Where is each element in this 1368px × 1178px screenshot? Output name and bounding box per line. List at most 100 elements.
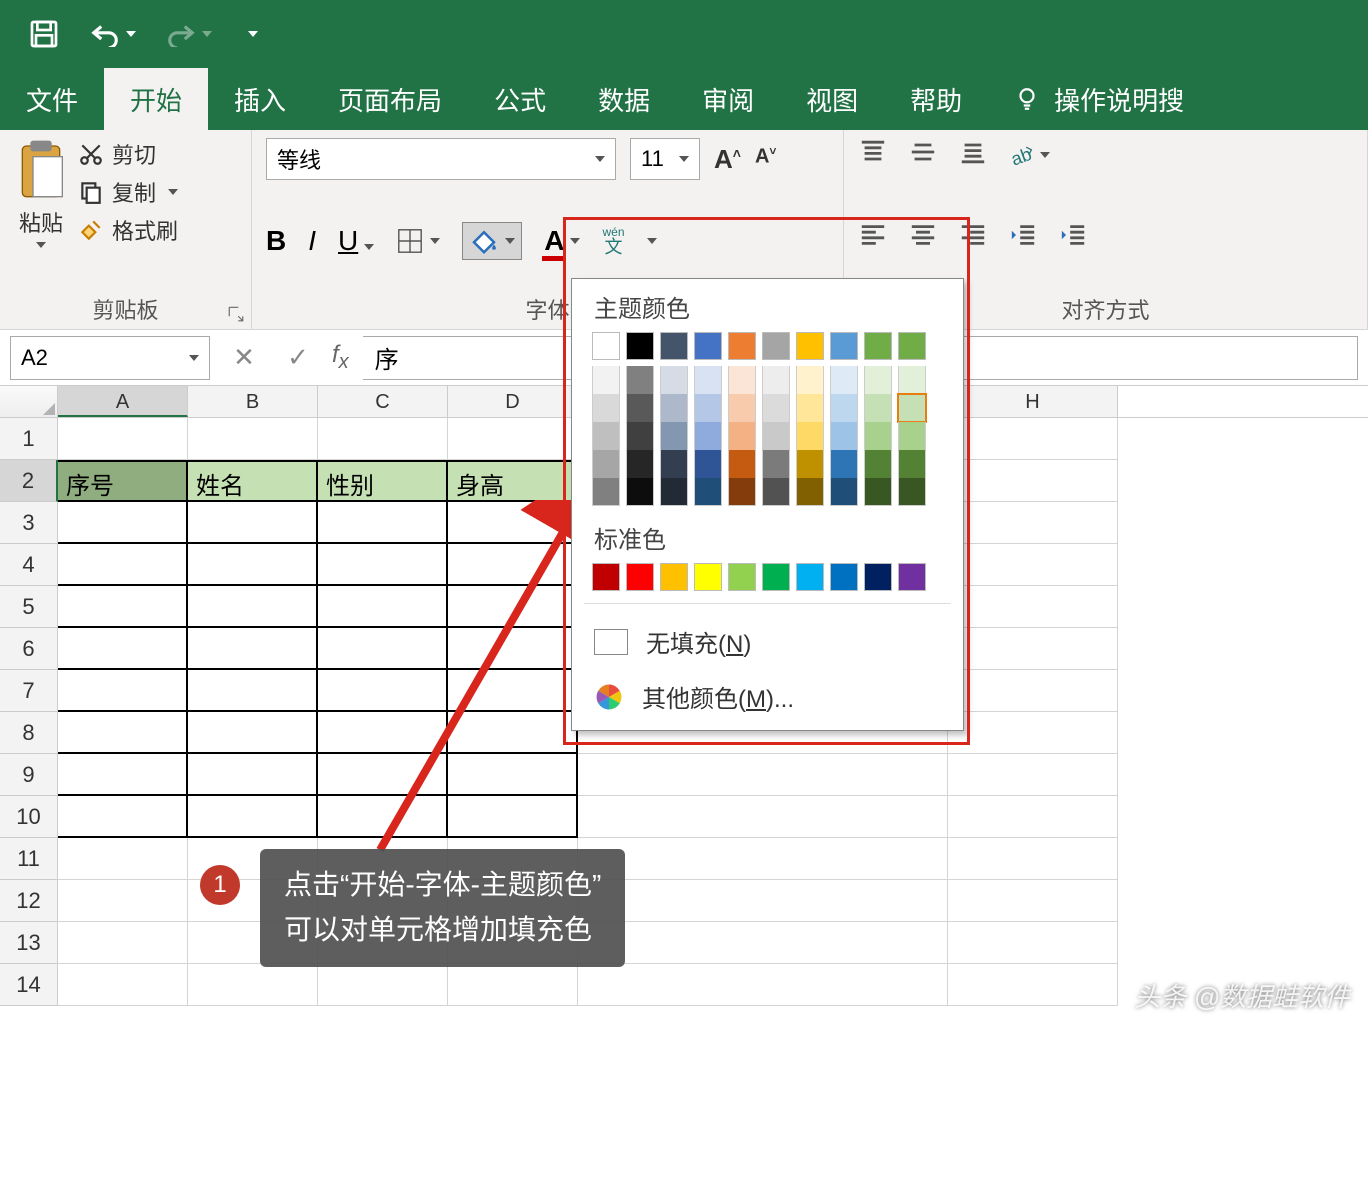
tab-home[interactable]: 开始: [104, 68, 208, 130]
color-swatch[interactable]: [660, 450, 688, 478]
align-center-button[interactable]: [908, 221, 938, 254]
cell[interactable]: [58, 670, 188, 712]
color-swatch[interactable]: [898, 563, 926, 591]
color-swatch[interactable]: [762, 450, 790, 478]
cell[interactable]: [948, 544, 1118, 586]
cell[interactable]: [948, 586, 1118, 628]
underline-button[interactable]: U: [338, 225, 374, 257]
cell[interactable]: [448, 544, 578, 586]
color-swatch[interactable]: [864, 332, 892, 360]
color-swatch[interactable]: [762, 394, 790, 422]
select-all-corner[interactable]: [0, 386, 58, 417]
color-swatch[interactable]: [796, 366, 824, 394]
row-header[interactable]: 5: [0, 586, 58, 628]
tab-page-layout[interactable]: 页面布局: [312, 68, 468, 130]
align-middle-button[interactable]: [908, 138, 938, 171]
tab-data[interactable]: 数据: [572, 68, 676, 130]
color-swatch[interactable]: [694, 422, 722, 450]
orientation-button[interactable]: ab: [1008, 138, 1050, 171]
cell[interactable]: [318, 964, 448, 1006]
fill-color-button[interactable]: [462, 222, 522, 260]
cancel-formula-button[interactable]: ✕: [224, 342, 264, 373]
color-swatch[interactable]: [864, 422, 892, 450]
row-header[interactable]: 12: [0, 880, 58, 922]
color-swatch[interactable]: [830, 332, 858, 360]
color-swatch[interactable]: [626, 563, 654, 591]
cell[interactable]: 性别: [318, 460, 448, 502]
cell[interactable]: [188, 964, 318, 1006]
color-swatch[interactable]: [830, 366, 858, 394]
col-header-A[interactable]: A: [58, 386, 188, 417]
tab-insert[interactable]: 插入: [208, 68, 312, 130]
color-swatch[interactable]: [830, 563, 858, 591]
color-swatch[interactable]: [592, 563, 620, 591]
cell[interactable]: [318, 418, 448, 460]
row-header[interactable]: 8: [0, 712, 58, 754]
cell[interactable]: [58, 586, 188, 628]
tab-formulas[interactable]: 公式: [468, 68, 572, 130]
clipboard-launcher-icon[interactable]: [227, 305, 245, 323]
cell[interactable]: [318, 586, 448, 628]
cell[interactable]: [58, 964, 188, 1006]
col-header-B[interactable]: B: [188, 386, 318, 417]
name-box[interactable]: A2: [10, 336, 210, 380]
cell[interactable]: 序号: [58, 460, 188, 502]
color-swatch[interactable]: [728, 422, 756, 450]
cell[interactable]: [448, 754, 578, 796]
row-header[interactable]: 7: [0, 670, 58, 712]
cell[interactable]: [948, 502, 1118, 544]
row-header[interactable]: 9: [0, 754, 58, 796]
borders-dropdown-icon[interactable]: [430, 238, 440, 244]
color-swatch[interactable]: [762, 422, 790, 450]
tab-view[interactable]: 视图: [780, 68, 884, 130]
color-swatch[interactable]: [660, 563, 688, 591]
color-swatch[interactable]: [626, 450, 654, 478]
cell[interactable]: [318, 670, 448, 712]
color-swatch[interactable]: [626, 366, 654, 394]
cell[interactable]: [448, 964, 578, 1006]
cell[interactable]: [448, 628, 578, 670]
tab-review[interactable]: 审阅: [676, 68, 780, 130]
cell[interactable]: [948, 628, 1118, 670]
tab-help[interactable]: 帮助: [884, 68, 988, 130]
color-swatch[interactable]: [592, 394, 620, 422]
more-colors-item[interactable]: 其他颜色(M)...: [572, 669, 963, 724]
color-swatch[interactable]: [660, 366, 688, 394]
cell[interactable]: [948, 460, 1118, 502]
color-swatch[interactable]: [762, 332, 790, 360]
color-swatch[interactable]: [694, 332, 722, 360]
name-box-dropdown-icon[interactable]: [189, 355, 199, 361]
row-header[interactable]: 14: [0, 964, 58, 1006]
color-swatch[interactable]: [694, 366, 722, 394]
cell[interactable]: [58, 838, 188, 880]
paste-dropdown-icon[interactable]: [36, 242, 46, 248]
col-header-H[interactable]: H: [948, 386, 1118, 417]
row-header[interactable]: 4: [0, 544, 58, 586]
cell[interactable]: [58, 628, 188, 670]
row-header[interactable]: 2: [0, 460, 58, 502]
color-swatch[interactable]: [830, 422, 858, 450]
color-swatch[interactable]: [592, 478, 620, 506]
color-swatch[interactable]: [762, 563, 790, 591]
color-swatch[interactable]: [728, 450, 756, 478]
cell[interactable]: [948, 796, 1118, 838]
cell[interactable]: [188, 670, 318, 712]
cell[interactable]: [948, 880, 1118, 922]
font-color-button[interactable]: A: [544, 225, 580, 257]
color-swatch[interactable]: [898, 332, 926, 360]
cut-button[interactable]: 剪切: [78, 138, 178, 170]
underline-dropdown-icon[interactable]: [364, 244, 374, 250]
cell[interactable]: [58, 796, 188, 838]
undo-button[interactable]: [90, 21, 136, 47]
paste-button[interactable]: 粘贴: [14, 138, 68, 248]
color-swatch[interactable]: [762, 366, 790, 394]
cell[interactable]: [188, 712, 318, 754]
cell[interactable]: [318, 628, 448, 670]
orientation-dropdown-icon[interactable]: [1040, 152, 1050, 158]
color-swatch[interactable]: [796, 422, 824, 450]
row-header[interactable]: 10: [0, 796, 58, 838]
color-swatch[interactable]: [626, 332, 654, 360]
cell[interactable]: [58, 712, 188, 754]
fx-icon[interactable]: fx: [332, 341, 349, 374]
color-swatch[interactable]: [592, 422, 620, 450]
